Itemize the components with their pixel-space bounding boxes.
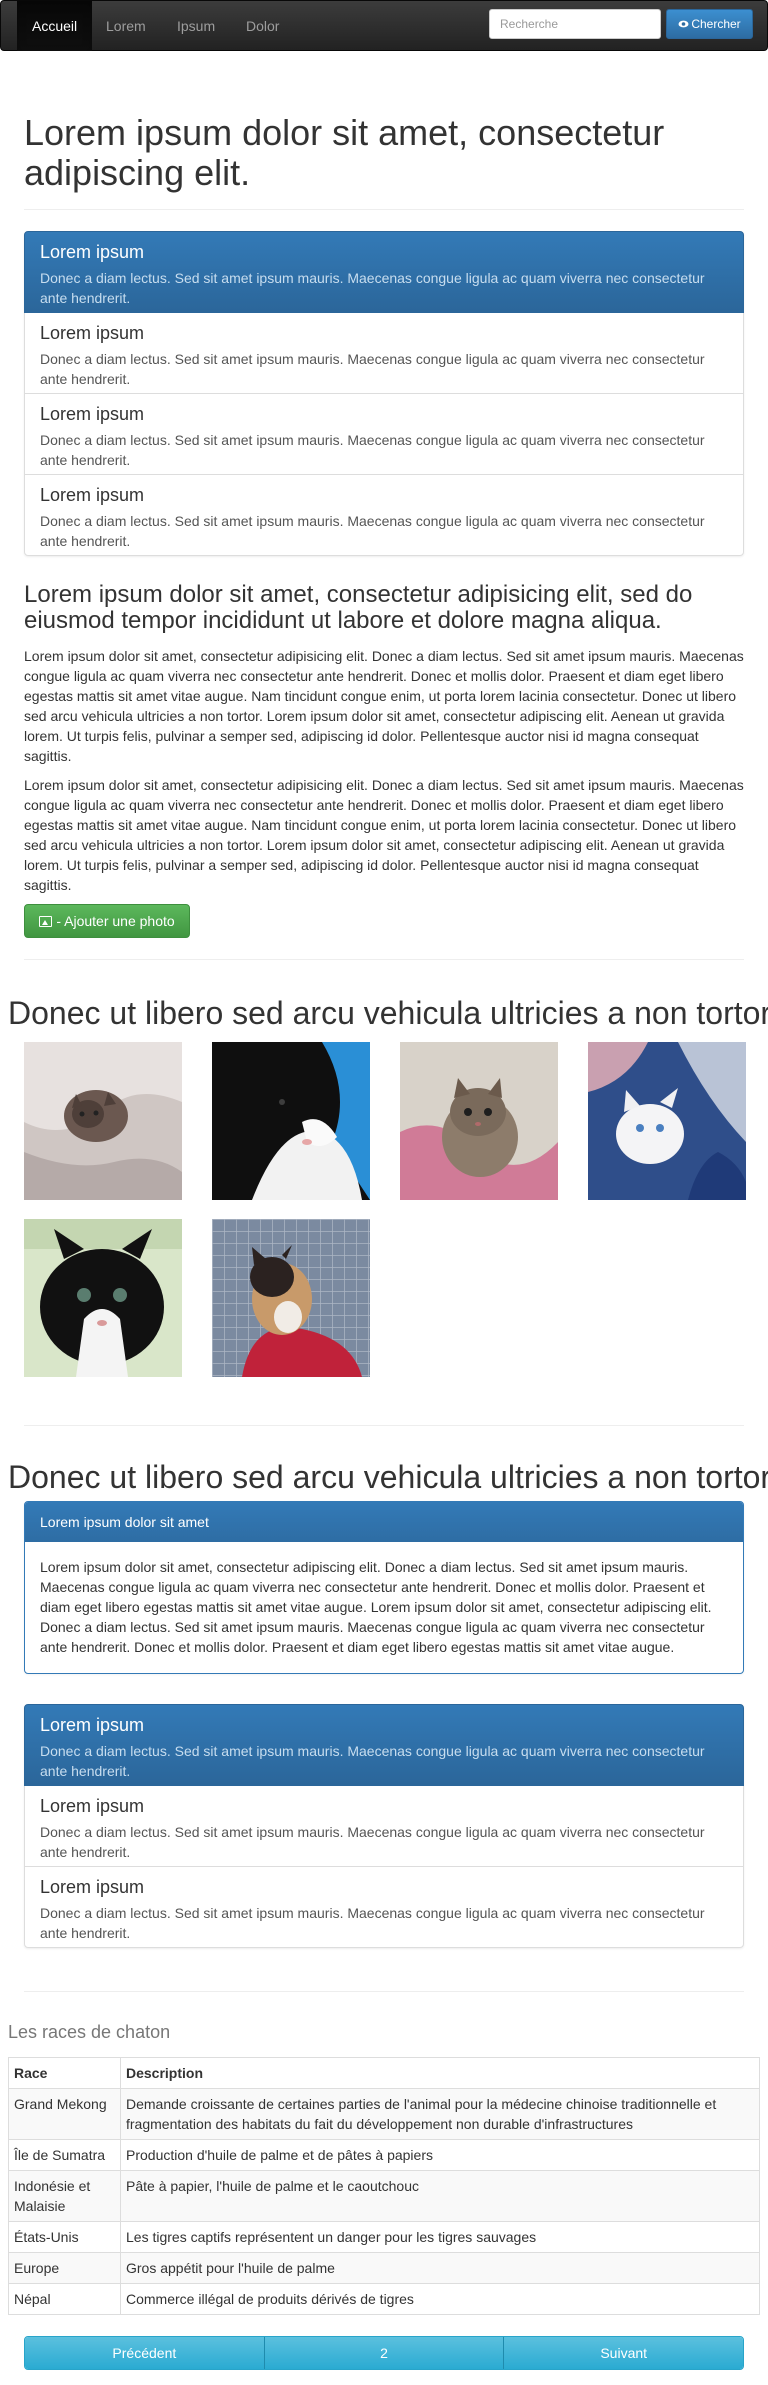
list-item[interactable]: Lorem ipsum Donec a diam lectus. Sed sit… [24, 393, 744, 475]
page-title: Lorem ipsum dolor sit amet, consectetur … [24, 112, 665, 193]
search-button-label: Chercher [691, 17, 741, 31]
list-item-text: Donec a diam lectus. Sed sit amet ipsum … [40, 512, 705, 549]
divider [24, 1425, 744, 1426]
list-item-heading: Lorem ipsum [40, 1715, 145, 1735]
paragraph: Lorem ipsum dolor sit amet, consectetur … [24, 777, 744, 894]
list-item-heading: Lorem ipsum [40, 1796, 145, 1816]
kitten-photo-1[interactable] [24, 1042, 182, 1200]
table-cell: États-Unis [8, 2221, 121, 2254]
paragraph: Lorem ipsum dolor sit amet, consectetur … [24, 648, 744, 765]
table-cell: Gros appétit pour l'huile de palme [120, 2252, 760, 2285]
table-row: États-Unis Les tigres captifs représente… [8, 2221, 760, 2254]
list-item-heading: Lorem ipsum [40, 1877, 145, 1897]
divider [24, 209, 744, 210]
table-cell: Commerce illégal de produits dérivés de … [120, 2283, 760, 2316]
list-item-text: Donec a diam lectus. Sed sit amet ipsum … [40, 1823, 705, 1860]
list-item-text: Donec a diam lectus. Sed sit amet ipsum … [40, 1904, 705, 1941]
picture-icon [39, 916, 53, 927]
table-row: Île de Sumatra Production d'huile de pal… [8, 2139, 760, 2172]
list-item-text: Donec a diam lectus. Sed sit amet ipsum … [40, 350, 705, 387]
search-input[interactable] [489, 9, 661, 39]
next-button[interactable]: Suivant [503, 2337, 743, 2369]
panel-heading: Lorem ipsum dolor sit amet [25, 1502, 743, 1542]
kitten-photo-5[interactable] [24, 1219, 182, 1377]
kitten-photo-2[interactable] [212, 1042, 370, 1200]
table-cell: Île de Sumatra [8, 2139, 121, 2172]
list-item[interactable]: Lorem ipsum Donec a diam lectus. Sed sit… [24, 474, 744, 556]
table-row: Népal Commerce illégal de produits dériv… [8, 2283, 760, 2316]
panel-body: Lorem ipsum dolor sit amet, consectetur … [40, 1559, 712, 1656]
list-group-1: Lorem ipsum Donec a diam lectus. Sed sit… [24, 231, 744, 556]
races-table: Race Description Grand Mekong Demande cr… [8, 2056, 760, 2316]
search-button[interactable]: Chercher [666, 9, 753, 39]
table-cell: Production d'huile de palme et de pâtes … [120, 2139, 760, 2172]
kitten-photo-3[interactable] [400, 1042, 558, 1200]
table-cell: Grand Mekong [8, 2088, 121, 2141]
list-item[interactable]: Lorem ipsum Donec a diam lectus. Sed sit… [24, 1866, 744, 1948]
page-number-button[interactable]: 2 [263, 2337, 504, 2369]
nav-item-dolor[interactable]: Dolor [231, 1, 294, 51]
add-photo-label: - Ajouter une photo [56, 913, 175, 929]
table-cell: Demande croissante de certaines parties … [120, 2088, 760, 2141]
list-item-heading: Lorem ipsum [40, 485, 145, 505]
previous-button[interactable]: Précédent [25, 2337, 264, 2369]
divider [24, 959, 744, 960]
table-cell: Népal [8, 2283, 121, 2316]
table-header-row: Race Description [8, 2056, 760, 2090]
list-item-heading: Lorem ipsum [40, 323, 145, 343]
table-row: Indonésie et Malaisie Pâte à papier, l'h… [8, 2170, 760, 2223]
list-item[interactable]: Lorem ipsum Donec a diam lectus. Sed sit… [24, 231, 744, 313]
list-item-text: Donec a diam lectus. Sed sit amet ipsum … [40, 269, 705, 306]
kitten-photo-4[interactable] [588, 1042, 746, 1200]
table-row: Europe Gros appétit pour l'huile de palm… [8, 2252, 760, 2285]
add-photo-button[interactable]: - Ajouter une photo [24, 904, 190, 938]
table-row: Grand Mekong Demande croissante de certa… [8, 2088, 760, 2141]
table-cell: Indonésie et Malaisie [8, 2170, 121, 2223]
column-header: Description [120, 2056, 760, 2090]
column-header: Race [8, 2056, 121, 2090]
list-item-text: Donec a diam lectus. Sed sit amet ipsum … [40, 1742, 705, 1779]
kitten-photo-6[interactable] [212, 1219, 370, 1377]
table-cell: Pâte à papier, l'huile de palme et le ca… [120, 2170, 760, 2223]
list-item[interactable]: Lorem ipsum Donec a diam lectus. Sed sit… [24, 312, 744, 394]
list-item[interactable]: Lorem ipsum Donec a diam lectus. Sed sit… [24, 1704, 744, 1786]
nav-item-accueil[interactable]: Accueil [17, 1, 93, 51]
eye-icon [678, 10, 689, 38]
list-item-heading: Lorem ipsum [40, 404, 145, 424]
table-cell: Les tigres captifs représentent un dange… [120, 2221, 760, 2254]
section-title: Lorem ipsum dolor sit amet, consectetur … [24, 581, 693, 635]
list-item[interactable]: Lorem ipsum Donec a diam lectus. Sed sit… [24, 1785, 744, 1867]
table-title: Les races de chaton [8, 2022, 171, 2042]
table-cell: Europe [8, 2252, 121, 2285]
info-panel: Lorem ipsum dolor sit amet Lorem ipsum d… [24, 1501, 744, 1674]
list-group-2: Lorem ipsum Donec a diam lectus. Sed sit… [24, 1704, 744, 1948]
nav-item-ipsum[interactable]: Ipsum [162, 1, 230, 51]
navbar: Accueil Lorem Ipsum Dolor Chercher [0, 0, 768, 51]
pager: Précédent 2 Suivant [24, 2336, 744, 2370]
list-item-heading: Lorem ipsum [40, 242, 145, 262]
list-item-text: Donec a diam lectus. Sed sit amet ipsum … [40, 431, 705, 468]
gallery-title: Donec ut libero sed arcu vehicula ultric… [8, 995, 768, 1031]
section2-title: Donec ut libero sed arcu vehicula ultric… [8, 1459, 768, 1495]
nav-item-lorem[interactable]: Lorem [91, 1, 161, 51]
divider [24, 1991, 744, 1992]
